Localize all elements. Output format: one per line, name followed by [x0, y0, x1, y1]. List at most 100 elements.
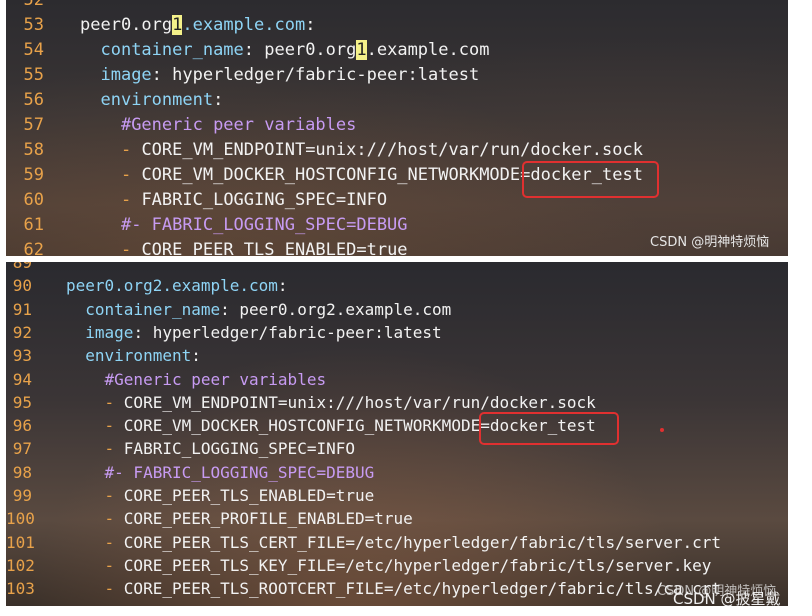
line-number: 102 — [6, 555, 35, 575]
line-number: 61 — [23, 215, 44, 235]
token-plain: FABRIC_LOGGING_SPEC=INFO — [141, 190, 388, 210]
token-plain: CORE_VM_ENDPOINT=unix:///host/var/run/do… — [123, 392, 596, 412]
token-plain: : hyperledger/fabric-peer:latest — [133, 322, 442, 342]
code-text: #- FABRIC_LOGGING_SPEC=DEBUG — [80, 213, 408, 238]
code-line: 101 - CORE_PEER_TLS_CERT_FILE=/etc/hyper… — [6, 531, 788, 554]
code-text: #Generic peer variables — [66, 368, 327, 391]
code-text: - CORE_PEER_TLS_ENABLED=true — [80, 238, 408, 256]
token-plain: CORE_PEER_TLS_ENABLED=true — [123, 486, 375, 505]
code-text: image: hyperledger/fabric-peer:latest — [80, 63, 479, 88]
code-line: 54 container_name: peer0.org1.example.co… — [6, 38, 788, 63]
line-number: 100 — [6, 509, 35, 529]
token-comment: #- FABRIC_LOGGING_SPEC=DEBUG — [104, 462, 375, 482]
code-line: 59 - CORE_VM_DOCKER_HOSTCONFIG_NETWORKMO… — [6, 163, 788, 188]
code-line: 96 - CORE_VM_DOCKER_HOSTCONFIG_NETWORKMO… — [6, 414, 788, 437]
watermark-top: CSDN @明神特烦恼 — [650, 235, 770, 250]
watermark-bottom-2: CSDN @披星戴月 — [673, 590, 781, 606]
token-dash: - — [104, 392, 124, 412]
token-dash: - — [120, 240, 142, 256]
code-text: - FABRIC_LOGGING_SPEC=INFO — [80, 188, 387, 213]
line-number: 55 — [23, 65, 44, 85]
token-plain: CORE_PEER_TLS_ENABLED=true — [141, 240, 408, 256]
code-line: 56 environment: — [6, 88, 788, 113]
line-number: 52 — [23, 0, 44, 10]
token-hl: 1 — [172, 15, 183, 35]
code-text: - FABRIC_LOGGING_SPEC=INFO — [66, 437, 355, 460]
line-number: 96 — [12, 416, 32, 436]
code-text: - CORE_VM_ENDPOINT=unix:///host/var/run/… — [80, 138, 643, 163]
code-text: environment: — [66, 344, 201, 367]
token-plain: : — [191, 346, 201, 366]
code-text: environment: — [80, 88, 223, 113]
code-panel-bottom: 89 90 peer0.org2.example.com: 91 container_… — [6, 262, 788, 606]
line-number: 90 — [12, 276, 32, 296]
line-number: 93 — [12, 346, 32, 366]
code-line: 99 - CORE_PEER_TLS_ENABLED=true — [6, 484, 788, 507]
code-text: - CORE_PEER_PROFILE_ENABLED=true — [66, 507, 413, 530]
line-number: 99 — [12, 486, 32, 505]
code-text: - CORE_PEER_TLS_ENABLED=true — [66, 484, 375, 507]
token-key: container_name — [85, 299, 221, 319]
code-line: 89 — [6, 262, 788, 274]
token-key: environment — [100, 90, 214, 110]
code-line: 97 - FABRIC_LOGGING_SPEC=INFO — [6, 437, 788, 460]
code-text: - CORE_PEER_TLS_CERT_FILE=/etc/hyperledg… — [66, 531, 722, 554]
token-dash: - — [120, 140, 142, 160]
highlight-box-bottom — [479, 412, 619, 445]
code-text: peer0.org2.example.com: — [66, 274, 288, 297]
line-number: 62 — [23, 240, 44, 256]
line-number: 60 — [23, 190, 44, 210]
token-plain: : peer0.org2.example.com — [220, 299, 452, 319]
token-plain: CORE_VM_ENDPOINT=unix:///host/var/run/do… — [141, 140, 643, 160]
token-dash: - — [120, 165, 142, 185]
code-line: 57 #Generic peer variables — [6, 113, 788, 138]
line-number: 89 — [12, 262, 32, 272]
token-plain: CORE_PEER_TLS_CERT_FILE=/etc/hyperledger… — [123, 532, 722, 552]
code-text: - CORE_PEER_TLS_KEY_FILE=/etc/hyperledge… — [66, 554, 712, 577]
code-text: #- FABRIC_LOGGING_SPEC=DEBUG — [66, 461, 375, 484]
token-key: container_name — [100, 40, 244, 60]
line-number: 101 — [6, 532, 35, 552]
token-plain: : — [277, 276, 288, 296]
token-hl: 1 — [356, 40, 367, 60]
code-line: 98 #- FABRIC_LOGGING_SPEC=DEBUG — [6, 461, 788, 484]
code-line: 55 image: hyperledger/fabric-peer:latest — [6, 63, 788, 88]
token-dash: - — [104, 532, 124, 552]
token-plain: CORE_PEER_TLS_ROOTCERT_FILE=/etc/hyperle… — [123, 579, 722, 599]
highlight-box-top — [522, 161, 659, 198]
token-plain: : hyperledger/fabric-peer:latest — [151, 65, 480, 85]
line-number: 98 — [12, 462, 32, 482]
code-line: 53 peer0.org1.example.com: — [6, 13, 788, 38]
line-number: 92 — [12, 322, 32, 342]
code-line: 93 environment: — [6, 344, 788, 367]
token-plain: .example.com — [366, 40, 490, 60]
code-line: 58 - CORE_VM_ENDPOINT=unix:///host/var/r… — [6, 138, 788, 163]
token-plain: : — [213, 90, 224, 110]
token-comment: #Generic peer variables — [120, 115, 357, 135]
token-plain: : — [305, 15, 316, 35]
code-text: container_name: peer0.org2.example.com — [66, 298, 451, 321]
code-text: image: hyperledger/fabric-peer:latest — [66, 321, 442, 344]
code-text: #Generic peer variables — [80, 113, 356, 138]
code-line: 91 container_name: peer0.org2.example.co… — [6, 298, 788, 321]
code-line: 94 #Generic peer variables — [6, 368, 788, 391]
token-dash: - — [120, 190, 142, 210]
code-text: - CORE_PEER_TLS_ROOTCERT_FILE=/etc/hyper… — [66, 577, 722, 600]
token-plain: : peer0.org — [243, 40, 357, 60]
token-dash: - — [104, 439, 124, 459]
code-line: 90 peer0.org2.example.com: — [6, 274, 788, 297]
token-dash: - — [104, 509, 124, 529]
code-line: 100 - CORE_PEER_PROFILE_ENABLED=true — [6, 507, 788, 530]
code-text: container_name: peer0.org1.example.com — [80, 38, 489, 63]
